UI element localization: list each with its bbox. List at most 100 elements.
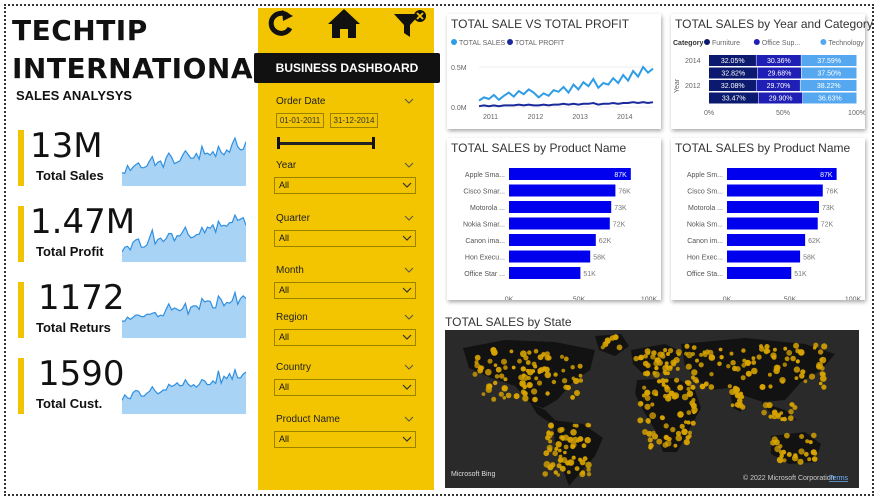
card-sales-vs-profit[interactable]: TOTAL SALE VS TOTAL PROFIT TOTAL SALES TO… [447, 14, 661, 129]
sales-point[interactable] [675, 366, 680, 371]
sales-point[interactable] [638, 354, 645, 361]
sales-point[interactable] [522, 374, 529, 381]
sales-point[interactable] [644, 389, 651, 396]
card-sales-by-year-category[interactable]: TOTAL SALES by Year and Category Categor… [671, 14, 873, 129]
sales-point[interactable] [548, 422, 554, 429]
sales-point[interactable] [667, 436, 672, 442]
sales-point[interactable] [571, 455, 576, 460]
sales-point[interactable] [663, 348, 668, 353]
date-start-input[interactable]: 01-01-2011 [276, 113, 324, 128]
slicer-country-dropdown[interactable]: All [274, 379, 416, 396]
sales-point[interactable] [651, 433, 659, 440]
sales-point[interactable] [779, 450, 784, 455]
sales-point[interactable] [784, 356, 790, 362]
date-end-input[interactable]: 31-12-2014 [330, 113, 378, 128]
sales-point[interactable] [807, 457, 812, 462]
sales-point[interactable] [503, 377, 508, 382]
sales-point[interactable] [798, 349, 805, 356]
sales-point[interactable] [756, 354, 762, 360]
sales-point[interactable] [536, 380, 543, 386]
sales-point[interactable] [543, 450, 550, 457]
sales-point[interactable] [654, 357, 660, 363]
card-sales-by-product-1[interactable]: TOTAL SALES by Product Name Apple Sma...… [447, 138, 661, 300]
sales-point[interactable] [745, 370, 752, 377]
sales-point[interactable] [689, 400, 696, 406]
sales-point[interactable] [794, 376, 799, 380]
chevron-down-icon[interactable] [404, 362, 414, 372]
slicer-quarter-dropdown[interactable]: All [274, 230, 416, 247]
sales-point[interactable] [493, 380, 498, 386]
map-canvas[interactable]: Microsoft Bing © 2022 Microsoft Corporat… [445, 330, 859, 488]
sales-point[interactable] [561, 368, 566, 373]
sales-point[interactable] [494, 374, 500, 379]
sales-point[interactable] [555, 441, 562, 448]
sales-point[interactable] [548, 439, 553, 444]
sales-point[interactable] [790, 355, 796, 362]
sales-point[interactable] [498, 391, 504, 397]
sales-point[interactable] [586, 467, 591, 472]
refresh-icon[interactable] [262, 6, 302, 40]
sales-point[interactable] [546, 432, 553, 439]
sales-point[interactable] [531, 388, 538, 395]
sales-point[interactable] [495, 366, 502, 373]
sales-point[interactable] [616, 344, 623, 351]
sales-point[interactable] [808, 373, 816, 380]
sales-point[interactable] [527, 350, 532, 355]
slicer-product-dropdown[interactable]: All [274, 431, 416, 448]
home-icon[interactable] [324, 6, 364, 40]
sales-point[interactable] [816, 363, 823, 370]
sales-point[interactable] [519, 380, 526, 387]
sales-point[interactable] [567, 459, 575, 466]
sales-point[interactable] [688, 430, 692, 435]
sales-point[interactable] [491, 396, 497, 402]
sales-point[interactable] [563, 356, 569, 362]
sales-point[interactable] [771, 409, 778, 416]
sales-point[interactable] [542, 366, 547, 371]
sales-point[interactable] [574, 466, 580, 471]
sales-point[interactable] [793, 366, 801, 373]
sales-point[interactable] [664, 384, 670, 390]
sales-point[interactable] [818, 381, 823, 386]
sales-point[interactable] [472, 371, 478, 377]
sales-point[interactable] [730, 403, 735, 408]
sales-point[interactable] [759, 384, 766, 390]
sales-point[interactable] [780, 417, 785, 422]
sales-point[interactable] [791, 454, 799, 462]
sales-point[interactable] [679, 423, 685, 429]
sales-point[interactable] [563, 450, 567, 455]
sales-point[interactable] [739, 403, 744, 407]
sales-point[interactable] [803, 379, 808, 384]
sales-point[interactable] [574, 423, 579, 428]
sales-point[interactable] [759, 344, 763, 349]
date-range-track[interactable] [278, 142, 374, 145]
sales-point[interactable] [542, 471, 548, 477]
date-range-handle-start[interactable] [277, 137, 280, 149]
sales-point[interactable] [685, 380, 691, 385]
kpi-total-customers[interactable]: 1590 Total Cust. [18, 354, 250, 414]
sales-point[interactable] [782, 458, 787, 463]
sales-point[interactable] [676, 352, 681, 357]
sales-point[interactable] [578, 373, 583, 378]
sales-point[interactable] [789, 402, 794, 407]
sales-point[interactable] [612, 334, 619, 341]
sales-point[interactable] [751, 356, 756, 361]
kpi-total-profit[interactable]: 1.47M Total Profit [18, 202, 250, 262]
sales-point[interactable] [647, 437, 653, 443]
sales-point[interactable] [717, 361, 722, 367]
sales-point[interactable] [642, 385, 647, 390]
sales-point[interactable] [493, 363, 498, 367]
sales-point[interactable] [654, 365, 659, 371]
sales-point[interactable] [552, 450, 558, 457]
sales-point[interactable] [648, 442, 654, 449]
card-sales-by-product-2[interactable]: TOTAL SALES by Product Name Apple Sm... 8… [671, 138, 865, 300]
sales-point[interactable] [681, 428, 688, 436]
sales-point[interactable] [686, 387, 691, 391]
sales-point[interactable] [730, 360, 736, 366]
sales-point[interactable] [557, 427, 564, 434]
sales-point[interactable] [803, 451, 809, 457]
sales-point[interactable] [544, 354, 551, 361]
sales-point[interactable] [653, 371, 660, 378]
sales-point[interactable] [566, 470, 571, 475]
sales-point[interactable] [673, 443, 678, 448]
sales-point[interactable] [501, 358, 507, 365]
